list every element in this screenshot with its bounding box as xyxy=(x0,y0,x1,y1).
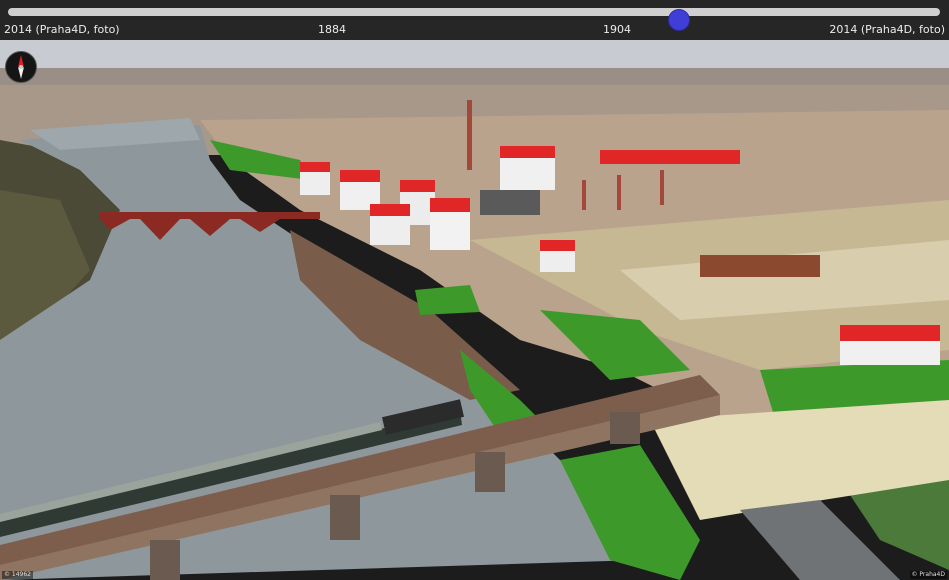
timeline-bar: 2014 (Praha4D, foto) 1884 1904 2014 (Pra… xyxy=(0,0,949,40)
timeline-slider-track[interactable] xyxy=(8,8,940,30)
timeline-tick-1904[interactable]: 1904 xyxy=(603,23,631,37)
3d-city-viewport[interactable] xyxy=(0,40,949,580)
copyright-left: © 14962 xyxy=(2,571,33,579)
timeline-tick-1884[interactable]: 1884 xyxy=(318,23,346,37)
timeline-end-label: 2014 (Praha4D, foto) xyxy=(829,23,945,36)
copyright-right: © Praha4D xyxy=(909,571,947,579)
timeline-slider-thumb[interactable] xyxy=(669,10,690,30)
compass-icon[interactable] xyxy=(5,51,37,83)
timeline-start-label: 2014 (Praha4D, foto) xyxy=(4,23,120,36)
